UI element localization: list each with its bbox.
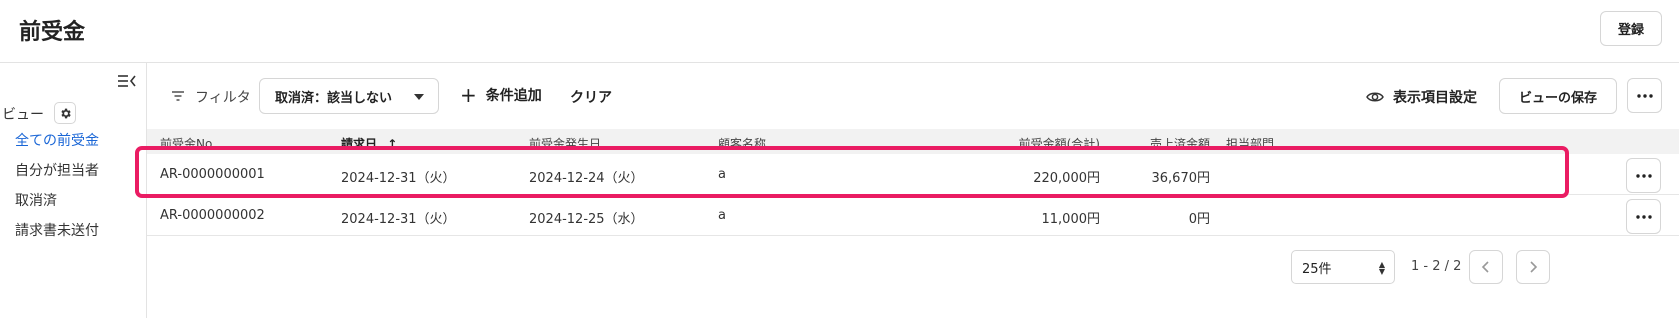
filter-chip-cancelled[interactable]: 取消済：該当しない xyxy=(259,78,439,114)
chevron-right-icon xyxy=(1530,261,1538,273)
column-header-department[interactable]: 担当部門 xyxy=(1226,135,1274,152)
sidebar-item-invoice-unsent[interactable]: 請求書未送付 xyxy=(15,220,99,240)
display-settings-button[interactable]: 表示項目設定 xyxy=(1366,87,1477,107)
cell-occurred-date: 2024-12-25（水） xyxy=(529,212,644,227)
toolbar-more-button[interactable] xyxy=(1627,78,1662,113)
cell-occurred-date: 2024-12-24（火） xyxy=(529,171,644,186)
add-condition-button[interactable]: + 条件追加 xyxy=(460,85,542,105)
sort-ascending-icon: ↑ xyxy=(387,137,398,151)
next-page-button[interactable] xyxy=(1516,250,1550,284)
add-condition-label: 条件追加 xyxy=(485,88,542,104)
display-settings-label: 表示項目設定 xyxy=(1393,90,1477,106)
collapse-sidebar-icon[interactable] xyxy=(117,73,137,89)
more-horizontal-icon xyxy=(1636,93,1653,98)
caret-down-icon xyxy=(414,94,424,100)
cell-no: AR-0000000002 xyxy=(160,208,265,223)
sidebar: ビュー 全ての前受金 自分が担当者 取消済 請求書未送付 xyxy=(0,63,147,318)
select-arrows-icon: ▲ ▼ xyxy=(1378,260,1385,276)
main-content: フィルタ 取消済：該当しない + 条件追加 クリア 表示項目設定 ビューの保存 … xyxy=(147,63,1679,318)
chevron-left-icon xyxy=(1481,261,1489,273)
row-more-button[interactable] xyxy=(1626,158,1661,193)
page-size-select[interactable]: 25件 ▲ ▼ xyxy=(1291,250,1395,284)
table-header: 前受金No. 請求日 ↑ 前受金発生日 顧客名称 前受金額(合計) 売上済金額 … xyxy=(147,129,1679,154)
table-row[interactable]: AR-0000000002 2024-12-31（火） 2024-12-25（水… xyxy=(147,195,1679,236)
column-header-sold-amount[interactable]: 売上済金額 xyxy=(1120,135,1210,152)
row-more-button[interactable] xyxy=(1626,199,1661,234)
cell-no: AR-0000000001 xyxy=(160,167,265,182)
view-settings-button[interactable] xyxy=(54,102,76,124)
column-header-invoice-date[interactable]: 請求日 ↑ xyxy=(341,135,397,152)
table-row[interactable]: AR-0000000001 2024-12-31（火） 2024-12-24（火… xyxy=(147,154,1679,195)
save-view-button[interactable]: ビューの保存 xyxy=(1499,78,1617,114)
cell-invoice-date: 2024-12-31（火） xyxy=(341,171,456,186)
page-size-value: 25件 xyxy=(1302,261,1332,277)
cell-sold-amount: 36,670円 xyxy=(1151,171,1211,186)
cell-amount-total: 11,000円 xyxy=(1041,212,1101,227)
cell-amount-total: 220,000円 xyxy=(1033,171,1100,186)
pagination-range: 1 - 2 / 2 xyxy=(1411,259,1462,274)
gear-icon xyxy=(60,108,71,118)
column-header-amount-total[interactable]: 前受金額(合計) xyxy=(970,135,1100,152)
clear-button[interactable]: クリア xyxy=(570,87,612,107)
view-label: ビュー xyxy=(2,107,44,123)
cell-invoice-date: 2024-12-31（火） xyxy=(341,212,456,227)
cell-customer: a xyxy=(718,167,726,182)
sidebar-item-my-assigned[interactable]: 自分が担当者 xyxy=(15,160,99,180)
more-horizontal-icon xyxy=(1635,173,1652,178)
prev-page-button[interactable] xyxy=(1469,250,1503,284)
eye-icon xyxy=(1366,92,1384,102)
register-button[interactable]: 登録 xyxy=(1600,11,1662,46)
sidebar-item-all-advances[interactable]: 全ての前受金 xyxy=(15,130,99,150)
column-header-occurred-date[interactable]: 前受金発生日 xyxy=(529,135,601,152)
filter-icon xyxy=(172,91,184,101)
cell-customer: a xyxy=(718,208,726,223)
cell-sold-amount: 0円 xyxy=(1188,212,1210,227)
sidebar-item-cancelled[interactable]: 取消済 xyxy=(15,190,57,210)
column-header-invoice-date-label: 請求日 xyxy=(341,137,378,151)
filter-label: フィルタ xyxy=(195,90,251,106)
plus-icon: + xyxy=(460,83,477,107)
more-horizontal-icon xyxy=(1635,214,1652,219)
column-header-customer[interactable]: 顧客名称 xyxy=(718,135,766,152)
page-title: 前受金 xyxy=(19,20,86,45)
column-header-no[interactable]: 前受金No. xyxy=(160,135,216,152)
top-bar: 前受金 登録 xyxy=(0,0,1679,63)
filter-chip-label: 取消済：該当しない xyxy=(275,90,393,106)
